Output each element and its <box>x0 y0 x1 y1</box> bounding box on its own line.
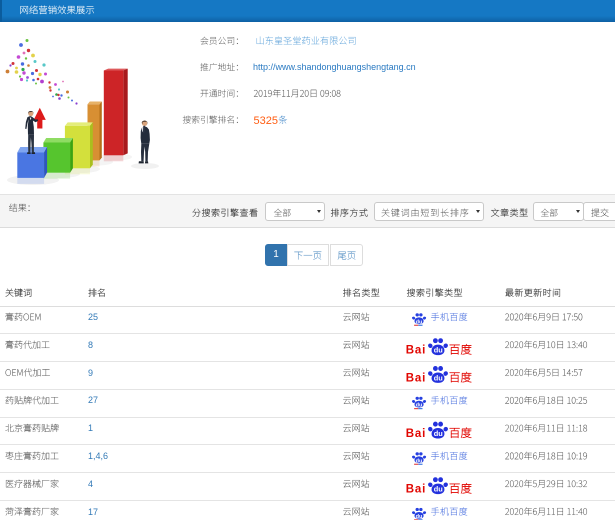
svg-text:du: du <box>416 514 423 520</box>
svg-text:Bai: Bai <box>406 345 426 357</box>
svg-text:Bai: Bai <box>406 484 426 496</box>
svg-text:Bai: Bai <box>406 428 426 440</box>
svg-text:du: du <box>434 429 444 438</box>
svg-text:du: du <box>434 373 444 382</box>
svg-text:du: du <box>434 346 444 355</box>
svg-text:du: du <box>416 458 423 464</box>
svg-text:du: du <box>434 485 444 494</box>
svg-text:du: du <box>416 403 423 409</box>
svg-text:Bai: Bai <box>406 372 426 384</box>
svg-text:du: du <box>416 319 423 325</box>
